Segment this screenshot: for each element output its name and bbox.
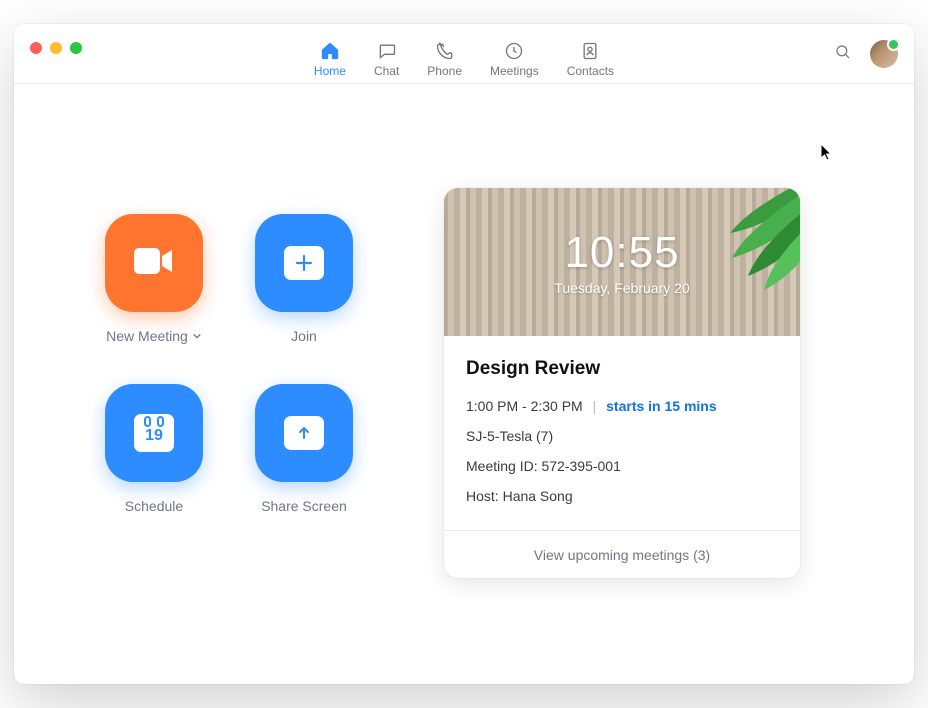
actions-panel: New Meeting Join [14, 84, 444, 684]
calendar-icon: 19 [134, 414, 174, 452]
schedule-button[interactable]: 19 [105, 384, 203, 482]
minimize-window-button[interactable] [50, 42, 62, 54]
tab-chat[interactable]: Chat [374, 40, 399, 78]
starts-in-badge: starts in 15 mins [606, 398, 717, 414]
tab-phone[interactable]: Phone [427, 40, 462, 78]
clock-icon [503, 40, 525, 62]
chevron-down-icon [192, 328, 202, 344]
view-upcoming-link[interactable]: View upcoming meetings (3) [444, 530, 800, 578]
tab-label: Home [314, 64, 346, 78]
join-button[interactable] [255, 214, 353, 312]
video-icon [132, 246, 176, 281]
share-screen-button[interactable] [255, 384, 353, 482]
chat-icon [376, 40, 398, 62]
share-screen-label: Share Screen [261, 498, 347, 514]
join-label: Join [291, 328, 317, 344]
zoom-window-button[interactable] [70, 42, 82, 54]
phone-icon [434, 40, 456, 62]
current-time: 10:55 [564, 228, 679, 278]
window-controls [30, 42, 82, 54]
tab-label: Contacts [567, 64, 614, 78]
new-meeting-button[interactable] [105, 214, 203, 312]
tab-contacts[interactable]: Contacts [567, 40, 614, 78]
tab-home[interactable]: Home [314, 40, 346, 78]
meeting-room: SJ-5-Tesla (7) [466, 428, 778, 444]
upload-icon [284, 416, 324, 450]
plus-icon [284, 246, 324, 280]
meeting-id: Meeting ID: 572-395-001 [466, 458, 778, 474]
home-icon [319, 40, 341, 62]
close-window-button[interactable] [30, 42, 42, 54]
meeting-host: Host: Hana Song [466, 488, 778, 504]
schedule-label: Schedule [125, 498, 183, 514]
clock-panel: 10:55 Tuesday, February 20 [444, 188, 800, 336]
tab-meetings[interactable]: Meetings [490, 40, 539, 78]
tab-label: Chat [374, 64, 399, 78]
tab-label: Phone [427, 64, 462, 78]
search-icon[interactable] [834, 43, 852, 66]
new-meeting-label[interactable]: New Meeting [106, 328, 202, 344]
profile-avatar[interactable] [870, 40, 898, 68]
upcoming-meeting-card: 10:55 Tuesday, February 20 Design Review… [444, 188, 800, 578]
meeting-title: Design Review [466, 358, 778, 380]
current-date: Tuesday, February 20 [554, 280, 689, 296]
titlebar: Home Chat Phone [14, 24, 914, 84]
main-nav: Home Chat Phone [314, 30, 614, 78]
meeting-time: 1:00 PM - 2:30 PM | starts in 15 mins [466, 398, 778, 414]
contacts-icon [579, 40, 601, 62]
app-window: Home Chat Phone [14, 24, 914, 684]
tab-label: Meetings [490, 64, 539, 78]
